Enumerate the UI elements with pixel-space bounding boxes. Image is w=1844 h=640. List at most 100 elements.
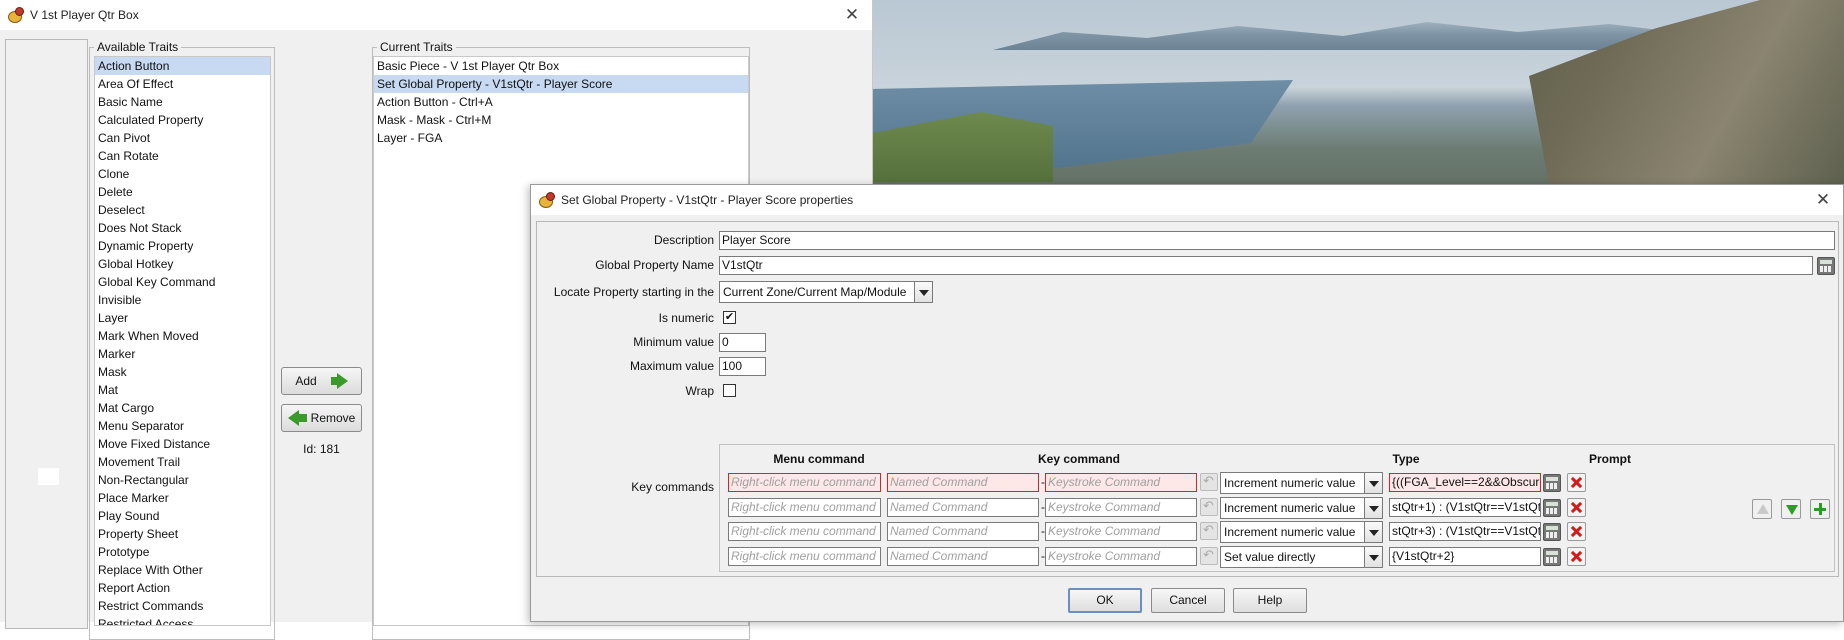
available-trait-item[interactable]: Can Pivot [95,129,270,147]
type-select[interactable]: Increment numeric value [1220,521,1383,543]
calculator-icon[interactable] [1817,257,1835,275]
locate-property-value: Current Zone/Current Map/Module [723,285,907,299]
key-command-header: Key command [1037,452,1121,466]
available-trait-item[interactable]: Movement Trail [95,453,270,471]
available-trait-item[interactable]: Invisible [95,291,270,309]
current-trait-item[interactable]: Set Global Property - V1stQtr - Player S… [374,75,748,93]
locate-property-select[interactable]: Current Zone/Current Map/Module [719,281,933,303]
menu-command-field[interactable]: Right-click menu command [728,497,881,517]
piece-preview-panel [5,39,88,629]
named-command-field[interactable]: Named Command [887,546,1039,566]
available-trait-item[interactable]: Delete [95,183,270,201]
available-trait-item[interactable]: Menu Separator [95,417,270,435]
type-select[interactable]: Increment numeric value [1220,472,1383,494]
available-trait-item[interactable]: Mat [95,381,270,399]
available-trait-item[interactable]: Global Hotkey [95,255,270,273]
delete-command-icon[interactable] [1567,497,1586,517]
available-trait-item[interactable]: Move Fixed Distance [95,435,270,453]
calculator-icon[interactable] [1543,523,1561,541]
close-icon[interactable]: ✕ [842,5,862,25]
ok-button[interactable]: OK [1068,588,1142,613]
undo-icon[interactable] [1200,546,1218,565]
keystroke-command-field[interactable]: Keystroke Command [1045,473,1197,492]
dialog-titlebar: Set Global Property - V1stQtr - Player S… [531,185,1843,215]
minimum-value-label: Minimum value [633,335,714,349]
available-trait-item[interactable]: Non-Rectangular [95,471,270,489]
wrap-checkbox[interactable] [723,384,736,397]
prompt-field[interactable]: stQtr+1) : (V1stQtr==V1stQtr+0))} [1389,497,1541,517]
remove-button[interactable]: Remove [281,404,362,432]
available-trait-item[interactable]: Play Sound [95,507,270,525]
available-trait-item[interactable]: Action Button [95,57,270,75]
available-trait-item[interactable]: Dynamic Property [95,237,270,255]
prompt-header: Prompt [1589,452,1631,466]
current-trait-item[interactable]: Basic Piece - V 1st Player Qtr Box [374,57,748,75]
help-button[interactable]: Help [1233,588,1307,613]
calculator-icon[interactable] [1543,498,1561,517]
calculator-icon[interactable] [1543,547,1561,566]
menu-command-field[interactable]: Right-click menu command [728,473,881,492]
calculator-icon[interactable] [1543,474,1561,492]
prompt-field[interactable]: {((FGA_Level==2&&Obscured) ? [1389,473,1541,492]
prompt-field[interactable]: {V1stQtr+2} [1389,546,1541,566]
add-command-icon[interactable] [1810,499,1830,519]
available-trait-item[interactable]: Restrict Commands [95,597,270,615]
named-command-field[interactable]: Named Command [887,497,1039,517]
available-trait-item[interactable]: Mat Cargo [95,399,270,417]
type-value: Set value directly [1224,549,1316,564]
delete-command-icon[interactable] [1567,473,1586,492]
description-field[interactable]: Player Score [719,231,1835,250]
available-trait-item[interactable]: Area Of Effect [95,75,270,93]
available-trait-item[interactable]: Global Key Command [95,273,270,291]
add-button[interactable]: Add [281,367,362,395]
undo-icon[interactable] [1200,497,1218,516]
available-trait-item[interactable]: Clone [95,165,270,183]
available-trait-item[interactable]: Place Marker [95,489,270,507]
available-trait-item[interactable]: Mask [95,363,270,381]
global-property-name-field[interactable]: V1stQtr [719,256,1813,275]
distant-hills [993,22,1693,50]
is-numeric-checkbox[interactable]: ✔ [723,311,736,324]
available-trait-item[interactable]: Calculated Property [95,111,270,129]
move-up-icon[interactable] [1752,499,1772,519]
available-trait-item[interactable]: Replace With Other [95,561,270,579]
menu-command-field[interactable]: Right-click menu command [728,546,881,566]
available-trait-item[interactable]: Property Sheet [95,525,270,543]
window-title: V 1st Player Qtr Box [30,8,139,22]
cancel-button[interactable]: Cancel [1151,588,1225,613]
available-trait-item[interactable]: Report Action [95,579,270,597]
available-trait-item[interactable]: Restricted Access [95,615,270,625]
undo-icon[interactable] [1200,473,1218,491]
available-trait-item[interactable]: Mark When Moved [95,327,270,345]
type-value: Increment numeric value [1224,500,1356,515]
current-trait-item[interactable]: Layer - FGA [374,129,748,147]
prompt-field[interactable]: stQtr+3) : (V1stQtr==V1stQtr+0))} [1389,522,1541,541]
close-icon[interactable]: ✕ [1813,190,1833,210]
current-trait-item[interactable]: Action Button - Ctrl+A [374,93,748,111]
delete-command-icon[interactable] [1567,522,1586,541]
available-trait-item[interactable]: Can Rotate [95,147,270,165]
type-select[interactable]: Increment numeric value [1220,496,1383,519]
move-down-icon[interactable] [1781,499,1801,519]
undo-icon[interactable] [1200,522,1218,540]
minimum-value-field[interactable]: 0 [719,333,766,352]
available-trait-item[interactable]: Marker [95,345,270,363]
type-select[interactable]: Set value directly [1220,545,1383,568]
keystroke-command-field[interactable]: Keystroke Command [1045,546,1197,566]
available-trait-item[interactable]: Basic Name [95,93,270,111]
available-trait-item[interactable]: Does Not Stack [95,219,270,237]
named-command-field[interactable]: Named Command [887,473,1039,492]
named-command-field[interactable]: Named Command [887,522,1039,541]
keystroke-command-field[interactable]: Keystroke Command [1045,522,1197,541]
available-trait-item[interactable]: Prototype [95,543,270,561]
maximum-value-field[interactable]: 100 [719,357,766,376]
global-property-name-label: Global Property Name [595,258,714,272]
keystroke-command-field[interactable]: Keystroke Command [1045,497,1197,517]
delete-command-icon[interactable] [1567,546,1586,566]
left-arrow-icon [287,410,307,426]
menu-command-field[interactable]: Right-click menu command [728,522,881,541]
available-trait-item[interactable]: Layer [95,309,270,327]
current-trait-item[interactable]: Mask - Mask - Ctrl+M [374,111,748,129]
available-trait-item[interactable]: Deselect [95,201,270,219]
available-traits-list[interactable]: Action Button Area Of Effect Basic Name Cal… [94,56,271,626]
